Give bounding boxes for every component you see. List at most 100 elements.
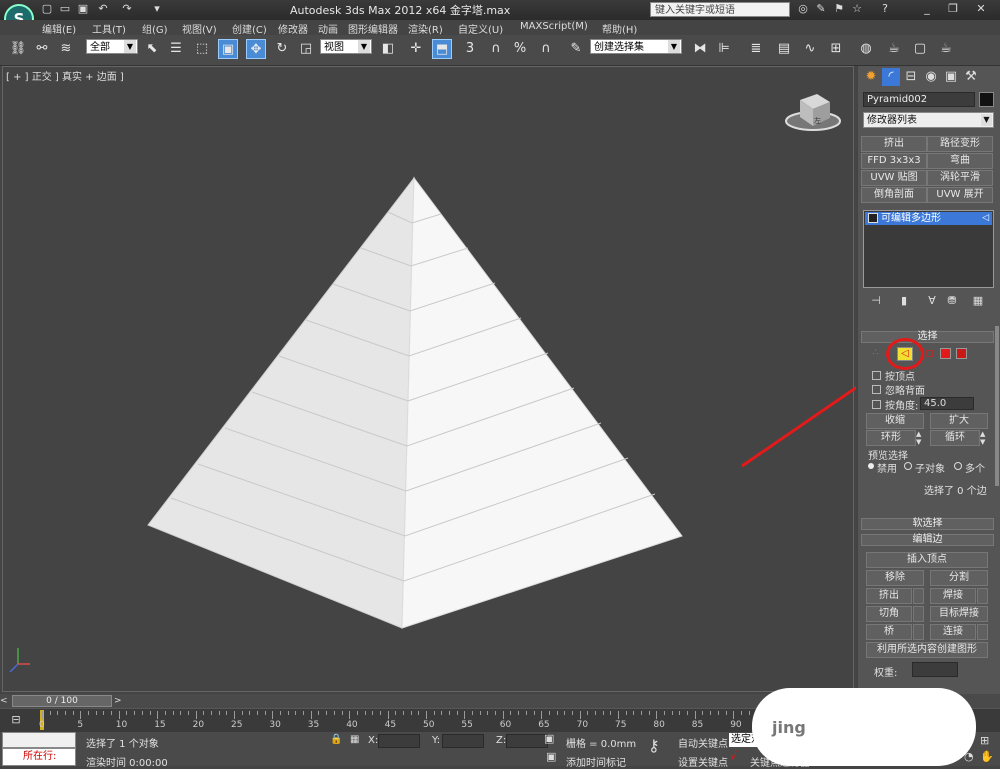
align-icon[interactable]: ⊫ <box>714 39 734 59</box>
object-color-swatch[interactable] <box>979 92 994 107</box>
configure-sets-icon[interactable]: ▦ <box>970 294 986 308</box>
weld-settings-button[interactable] <box>977 588 988 604</box>
rect-selection-icon[interactable]: ⬚ <box>192 39 212 59</box>
scale-icon[interactable]: ◲ <box>296 39 316 59</box>
rotate-icon[interactable]: ↻ <box>272 39 292 59</box>
slider-prev-icon[interactable]: < <box>0 695 10 707</box>
absolute-mode-icon[interactable]: ▦ <box>350 734 362 746</box>
community-icon[interactable]: ⚑ <box>832 2 846 16</box>
angle-snap-icon[interactable]: ∩ <box>486 39 506 59</box>
mirror-icon[interactable]: ⧓ <box>690 39 710 59</box>
minimize-icon[interactable]: _ <box>920 2 934 16</box>
panel-scrollbar[interactable] <box>995 326 999 486</box>
weld-button[interactable]: 焊接 <box>930 588 976 604</box>
modifier-turbosmooth-button[interactable]: 涡轮平滑 <box>927 170 993 186</box>
help-icon[interactable]: ? <box>878 2 892 16</box>
close-icon[interactable]: ✕ <box>974 2 988 16</box>
time-tag-icon[interactable]: ▣ <box>546 750 560 764</box>
menu-edit[interactable]: 编辑(E) <box>42 21 76 36</box>
coordinate-system-dropdown[interactable]: 视图 ▼ <box>320 39 372 54</box>
menu-maxscript[interactable]: MAXScript(M) <box>520 21 588 32</box>
add-time-tag[interactable]: 添加时间标记 <box>566 754 626 769</box>
modifier-ffd-button[interactable]: FFD 3x3x3 <box>861 153 927 169</box>
chamfer-settings-button[interactable] <box>913 606 924 622</box>
remove-modifier-icon[interactable]: ⛃ <box>944 294 960 308</box>
extrude-button[interactable]: 挤出 <box>866 588 912 604</box>
menu-graph-editors[interactable]: 图形编辑器 <box>348 21 398 36</box>
menu-rendering[interactable]: 渲染(R) <box>408 21 443 36</box>
bridge-button[interactable]: 桥 <box>866 624 912 640</box>
selection-filter-dropdown[interactable]: 全部 ▼ <box>86 39 138 54</box>
element-mode-icon[interactable] <box>956 348 967 359</box>
window-crossing-icon[interactable]: ▣ <box>218 39 238 59</box>
save-file-icon[interactable]: ▣ <box>76 2 90 16</box>
unlink-icon[interactable]: ⚯ <box>32 39 52 59</box>
set-key-button[interactable]: 设置关键点 <box>678 754 728 769</box>
menu-customize[interactable]: 自定义(U) <box>458 21 503 36</box>
menu-tools[interactable]: 工具(T) <box>92 21 126 36</box>
soft-selection-rollout-header[interactable]: 软选择 <box>861 518 994 530</box>
x-coordinate-field[interactable] <box>378 734 420 748</box>
modifier-list-dropdown[interactable]: 修改器列表 ▼ <box>863 112 994 128</box>
schematic-view-icon[interactable]: ⊞ <box>826 39 846 59</box>
vertex-mode-icon[interactable]: ∴ <box>870 348 881 359</box>
ring-spinner-icon[interactable]: ▲ ▼ <box>916 430 924 446</box>
layer-manager-icon[interactable]: ≣ <box>746 39 766 59</box>
time-slider-thumb[interactable]: 0 / 100 <box>12 695 112 707</box>
edit-named-selection-icon[interactable]: ✎ <box>566 39 586 59</box>
new-file-icon[interactable]: ▢ <box>40 2 54 16</box>
select-manipulate-icon[interactable]: ✛ <box>406 39 426 59</box>
hierarchy-tab-icon[interactable]: ⊟ <box>902 68 920 86</box>
move-icon[interactable]: ✥ <box>246 39 266 59</box>
expand-icon[interactable] <box>868 213 878 223</box>
connect-button[interactable]: 连接 <box>930 624 976 640</box>
pin-stack-icon[interactable]: ⊣ <box>868 294 884 308</box>
connect-settings-button[interactable] <box>977 624 988 640</box>
insert-vertex-button[interactable]: 插入顶点 <box>866 552 988 568</box>
menu-animation[interactable]: 动画 <box>318 21 338 36</box>
render-teapot-icon[interactable]: ☕ <box>936 39 956 59</box>
angle-spinner[interactable]: 45.0 <box>920 397 974 410</box>
modifier-uvw-unwrap-button[interactable]: UVW 展开 <box>927 187 993 203</box>
polygon-mode-icon[interactable] <box>940 348 951 359</box>
modifier-bevel-profile-button[interactable]: 倒角剖面 <box>861 187 927 203</box>
modifier-stack[interactable]: 可编辑多边形 ◁ <box>863 210 994 288</box>
star-icon[interactable]: ☆ <box>850 2 864 16</box>
preview-subobject-radio[interactable] <box>904 462 912 470</box>
redo-icon[interactable]: ↷ <box>120 2 134 16</box>
pivot-center-icon[interactable]: ◧ <box>378 39 398 59</box>
make-unique-icon[interactable]: ∀ <box>924 294 940 308</box>
maxscript-listener[interactable] <box>2 732 76 748</box>
key-filter-icon[interactable]: √ <box>730 750 744 764</box>
display-tab-icon[interactable]: ▣ <box>942 68 960 86</box>
wrench-icon[interactable]: ✎ <box>814 2 828 16</box>
lock-selection-icon[interactable]: 🔒 <box>330 734 342 746</box>
select-object-icon[interactable]: ⬉ <box>142 39 162 59</box>
preview-multi-radio[interactable] <box>954 462 962 470</box>
target-weld-button[interactable]: 目标焊接 <box>930 606 988 622</box>
utilities-tab-icon[interactable]: ⚒ <box>962 68 980 86</box>
show-end-result-icon[interactable]: ▮ <box>896 294 912 308</box>
rendered-frame-icon[interactable]: ▢ <box>910 39 930 59</box>
remove-button[interactable]: 移除 <box>866 570 924 586</box>
weight-spinner[interactable] <box>912 662 958 677</box>
modifier-extrude-button[interactable]: 挤出 <box>861 136 927 152</box>
bind-space-warp-icon[interactable]: ≋ <box>56 39 76 59</box>
by-vertex-checkbox[interactable] <box>872 371 881 380</box>
binoculars-icon[interactable]: ◎ <box>796 2 810 16</box>
restore-icon[interactable]: ❐ <box>946 2 960 16</box>
named-selection-dropdown[interactable]: 创建选择集 ▼ <box>590 39 682 54</box>
open-file-icon[interactable]: ▭ <box>58 2 72 16</box>
z-coordinate-field[interactable] <box>506 734 548 748</box>
menu-views[interactable]: 视图(V) <box>182 21 217 36</box>
search-input[interactable]: 键入关键字或短语 <box>650 2 790 17</box>
spinner-snap-icon[interactable]: ∩ <box>536 39 556 59</box>
keyboard-shortcut-override-icon[interactable]: ⬒ <box>432 39 452 59</box>
menu-modifiers[interactable]: 修改器 <box>278 21 308 36</box>
ignore-backfacing-checkbox[interactable] <box>872 385 881 394</box>
script-line-box[interactable]: 所在行: <box>2 748 76 766</box>
percent-snap-icon[interactable]: % <box>510 39 530 59</box>
grow-button[interactable]: 扩大 <box>930 413 988 429</box>
graphite-tools-icon[interactable]: ▤ <box>774 39 794 59</box>
create-tab-icon[interactable]: ✹ <box>862 68 880 86</box>
